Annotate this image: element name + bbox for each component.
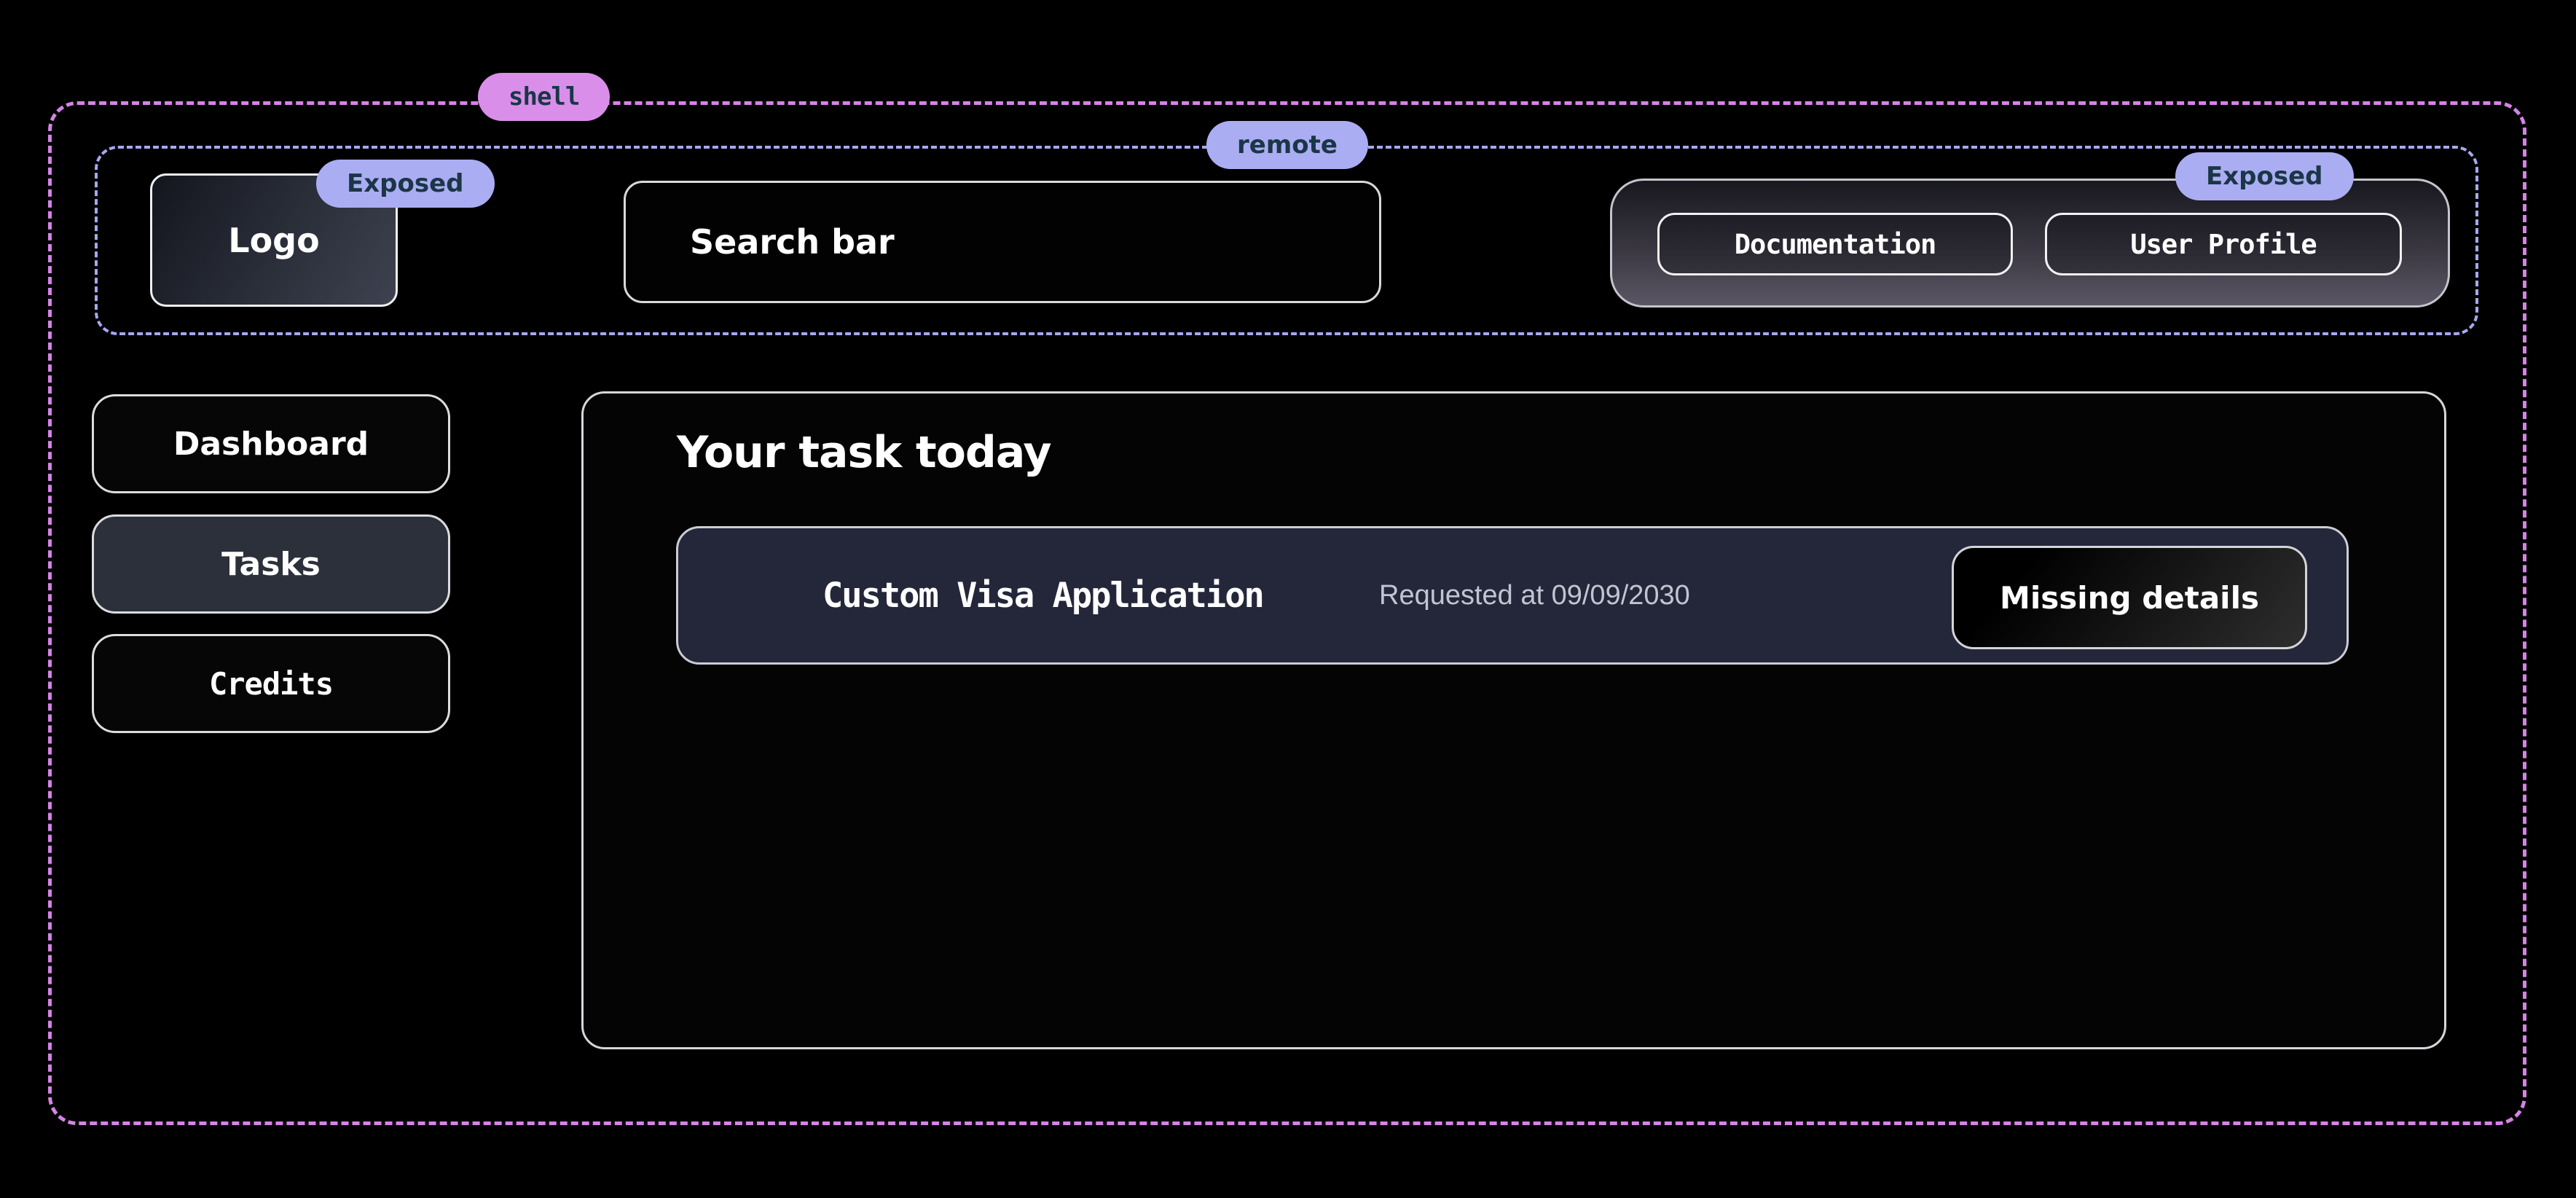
main-panel: Your task today Custom Visa Application … [581, 391, 2446, 1049]
exposed-badge-nav: Exposed [2175, 152, 2354, 200]
sidebar-item-tasks[interactable]: Tasks [92, 514, 450, 614]
task-requested-date: Requested at 09/09/2030 [1379, 528, 1690, 662]
sidebar-item-dashboard[interactable]: Dashboard [92, 394, 450, 493]
documentation-button[interactable]: Documentation [1657, 213, 2013, 275]
page-title: Your task today [677, 427, 1051, 478]
shell-badge: shell [478, 73, 610, 121]
user-profile-button[interactable]: User Profile [2045, 213, 2402, 275]
remote-badge: remote [1206, 121, 1368, 169]
missing-details-button[interactable]: Missing details [1952, 546, 2307, 649]
sidebar-item-credits[interactable]: Credits [92, 634, 450, 733]
app-canvas: shell remote Logo Exposed Search bar Doc… [0, 0, 2576, 1198]
task-name: Custom Visa Application [822, 528, 1263, 662]
search-input[interactable]: Search bar [624, 181, 1381, 303]
exposed-badge-logo: Exposed [316, 160, 495, 208]
task-row[interactable]: Custom Visa Application Requested at 09/… [676, 526, 2349, 665]
